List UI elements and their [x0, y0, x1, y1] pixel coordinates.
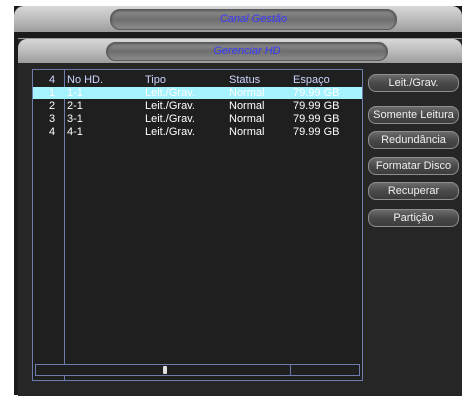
row-tipo: Leit./Grav. — [145, 87, 195, 99]
row-status: Normal — [229, 87, 265, 99]
row-tipo: Leit./Grav. — [145, 113, 195, 125]
outer-titlebar: Canal Gestão — [14, 6, 462, 32]
row-status: Normal — [229, 126, 265, 138]
read-write-button[interactable]: Leit./Grav. — [368, 74, 459, 92]
scrollbar-thumb[interactable] — [163, 366, 167, 374]
outer-window-title: Canal Gestão — [110, 9, 397, 30]
disk-list: 4 No HD. Tipo Status Espaço 1 1-1 Leit./… — [32, 69, 363, 381]
row-no-hd: 1-1 — [67, 87, 83, 99]
scrollbar-divider — [290, 365, 291, 375]
format-disk-button[interactable]: Formatar Disco — [368, 157, 459, 175]
gerenciar-hd-window: Gerenciar HD 4 No HD. Tipo Status Espaço… — [18, 38, 462, 396]
inner-window-title: Gerenciar HD — [106, 42, 388, 61]
partition-button[interactable]: Partição — [368, 209, 459, 227]
recover-button[interactable]: Recuperar — [368, 182, 459, 200]
header-espaco: Espaço — [293, 74, 330, 86]
row-index: 2 — [48, 100, 56, 112]
row-tipo: Leit./Grav. — [145, 126, 195, 138]
dvr-screen: Canal Gestão Gerenciar HD 4 No HD. Tipo … — [0, 0, 462, 396]
horizontal-scrollbar[interactable] — [35, 364, 360, 376]
inner-titlebar: Gerenciar HD — [18, 39, 462, 63]
row-espaco: 79.99 GB — [293, 113, 340, 125]
list-header: 4 No HD. Tipo Status Espaço — [33, 74, 362, 86]
row-espaco: 79.99 GB — [293, 100, 340, 112]
row-index: 1 — [48, 87, 56, 99]
row-no-hd: 4-1 — [67, 126, 83, 138]
disk-row-4[interactable]: 4 4-1 Leit./Grav. Normal 79.99 GB — [33, 126, 362, 138]
header-tipo: Tipo — [145, 74, 166, 86]
read-only-button[interactable]: Somente Leitura — [368, 106, 459, 124]
header-status: Status — [229, 74, 261, 86]
row-no-hd: 2-1 — [67, 100, 83, 112]
row-espaco: 79.99 GB — [293, 126, 340, 138]
row-tipo: Leit./Grav. — [145, 100, 195, 112]
row-no-hd: 3-1 — [67, 113, 83, 125]
row-index: 3 — [48, 113, 56, 125]
disk-row-2[interactable]: 2 2-1 Leit./Grav. Normal 79.99 GB — [33, 100, 362, 112]
row-status: Normal — [229, 100, 265, 112]
disk-row-3[interactable]: 3 3-1 Leit./Grav. Normal 79.99 GB — [33, 113, 362, 125]
row-index: 4 — [48, 126, 56, 138]
row-status: Normal — [229, 113, 265, 125]
header-count: 4 — [48, 74, 56, 86]
row-espaco: 79.99 GB — [293, 87, 340, 99]
redundancy-button[interactable]: Redundância — [368, 131, 459, 149]
disk-row-1[interactable]: 1 1-1 Leit./Grav. Normal 79.99 GB — [33, 87, 362, 99]
header-no-hd: No HD. — [67, 74, 104, 86]
